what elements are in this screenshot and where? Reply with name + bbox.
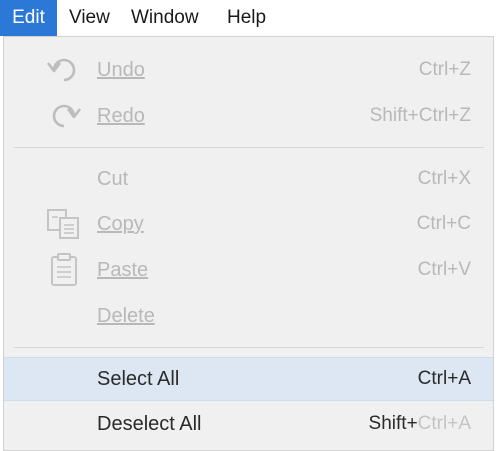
deselect-all-shortcut-prefix: Shift+ [368, 413, 418, 434]
menu-item-undo[interactable]: Undo Ctrl+Z [4, 49, 493, 91]
menu-separator [14, 347, 484, 348]
menu-item-paste[interactable]: Paste Ctrl+V [4, 249, 493, 291]
menu-help[interactable]: Help [227, 0, 266, 36]
undo-shortcut: Ctrl+Z [418, 59, 471, 80]
menu-item-deselect-all[interactable]: Deselect All Shift+Ctrl+A [4, 403, 493, 445]
paste-label: Paste [97, 259, 149, 281]
app-window: Edit View Window Help Undo Ctrl+Z Redo S… [0, 0, 500, 451]
delete-label: Delete [97, 305, 155, 327]
menu-window[interactable]: Window [131, 0, 199, 36]
undo-label: Undo [97, 59, 145, 81]
deselect-all-label: Deselect All [97, 413, 202, 435]
select-all-shortcut: Ctrl+A [417, 368, 471, 389]
redo-label: Redo [97, 105, 145, 127]
deselect-all-shortcut: Shift+Ctrl+A [369, 403, 471, 445]
copy-shortcut: Ctrl+C [416, 213, 471, 234]
menu-item-copy[interactable]: Copy Ctrl+C [4, 203, 493, 245]
undo-arrow-icon [44, 53, 84, 87]
menu-item-redo[interactable]: Redo Shift+Ctrl+Z [4, 95, 493, 137]
menu-bar: Edit View Window Help [0, 0, 500, 36]
cut-shortcut: Ctrl+X [417, 168, 471, 189]
cut-label: Cut [97, 168, 129, 190]
menu-item-delete[interactable]: Delete [4, 295, 493, 337]
menu-item-select-all[interactable]: Select All Ctrl+A [4, 357, 493, 401]
deselect-all-shortcut-suffix: Ctrl+A [417, 413, 471, 434]
redo-arrow-icon [44, 99, 84, 133]
menu-item-cut[interactable]: Cut Ctrl+X [4, 158, 493, 200]
clipboard-icon [44, 253, 84, 287]
copy-label: Copy [97, 213, 144, 235]
select-all-label: Select All [97, 368, 180, 390]
menu-view[interactable]: View [69, 0, 110, 36]
paste-shortcut: Ctrl+V [417, 259, 471, 280]
redo-shortcut: Shift+Ctrl+Z [369, 105, 471, 126]
menu-separator [14, 147, 484, 148]
copy-icon [44, 207, 84, 241]
menu-edit[interactable]: Edit [0, 0, 57, 36]
edit-dropdown-menu: Undo Ctrl+Z Redo Shift+Ctrl+Z Cut Ctrl+X [3, 36, 494, 451]
